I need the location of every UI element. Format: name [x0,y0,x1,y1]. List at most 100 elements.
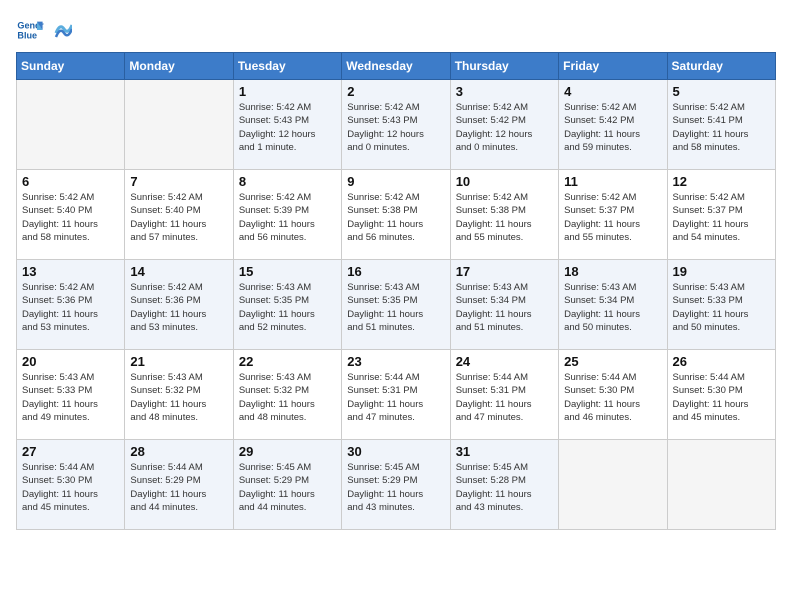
day-info: Sunrise: 5:45 AM Sunset: 5:29 PM Dayligh… [239,461,336,514]
day-info: Sunrise: 5:42 AM Sunset: 5:38 PM Dayligh… [347,191,444,244]
calendar-cell: 19Sunrise: 5:43 AM Sunset: 5:33 PM Dayli… [667,260,775,350]
day-info: Sunrise: 5:44 AM Sunset: 5:31 PM Dayligh… [456,371,553,424]
day-info: Sunrise: 5:42 AM Sunset: 5:38 PM Dayligh… [456,191,553,244]
calendar-cell: 5 Sunrise: 5:42 AM Sunset: 5:41 PM Daylig… [667,80,775,170]
calendar-cell: 4 Sunrise: 5:42 AM Sunset: 5:42 PM Daylig… [559,80,667,170]
calendar-cell [667,440,775,530]
header-thursday: Thursday [450,53,558,80]
day-number: 19 [673,264,770,279]
calendar-cell: 17 Sunrise: 5:43 AM Sunset: 5:34 PM Dayli… [450,260,558,350]
header-monday: Monday [125,53,233,80]
day-info: Sunrise: 5:44 AM Sunset: 5:29 PM Dayligh… [130,461,227,514]
day-number: 23 [347,354,444,369]
day-info: Sunrise: 5:43 AM Sunset: 5:35 PM Dayligh… [347,281,444,334]
day-number: 26 [673,354,770,369]
day-info: Sunrise: 5:42 AM Sunset: 5:42 PM Dayligh… [564,101,661,154]
day-info: Sunrise: 5:44 AM Sunset: 5:30 PM Dayligh… [22,461,119,514]
header-saturday: Saturday [667,53,775,80]
day-number: 28 [130,444,227,459]
header-sunday: Sunday [17,53,125,80]
calendar-week-row: 20 Sunrise: 5:43 AM Sunset: 5:33 PM Dayli… [17,350,776,440]
day-info: Sunrise: 5:43 AM Sunset: 5:32 PM Dayligh… [239,371,336,424]
day-info: Sunrise: 5:42 AM Sunset: 5:36 PM Dayligh… [130,281,227,334]
calendar-cell: 8Sunrise: 5:42 AM Sunset: 5:39 PM Daylig… [233,170,341,260]
day-info: Sunrise: 5:43 AM Sunset: 5:33 PM Dayligh… [22,371,119,424]
calendar-cell: 9 Sunrise: 5:42 AM Sunset: 5:38 PM Daylig… [342,170,450,260]
calendar-week-row: 6 Sunrise: 5:42 AM Sunset: 5:40 PM Daylig… [17,170,776,260]
day-info: Sunrise: 5:42 AM Sunset: 5:40 PM Dayligh… [130,191,227,244]
day-number: 14 [130,264,227,279]
calendar-cell: 20 Sunrise: 5:43 AM Sunset: 5:33 PM Dayli… [17,350,125,440]
header-friday: Friday [559,53,667,80]
day-info: Sunrise: 5:42 AM Sunset: 5:41 PM Dayligh… [673,101,770,154]
logo-wave-icon [54,13,72,43]
calendar-cell: 11 Sunrise: 5:42 AM Sunset: 5:37 PM Dayli… [559,170,667,260]
calendar-cell: 30Sunrise: 5:45 AM Sunset: 5:29 PM Dayli… [342,440,450,530]
calendar-cell [559,440,667,530]
day-number: 31 [456,444,553,459]
calendar-cell: 29 Sunrise: 5:45 AM Sunset: 5:29 PM Dayli… [233,440,341,530]
day-info: Sunrise: 5:43 AM Sunset: 5:32 PM Dayligh… [130,371,227,424]
svg-text:Blue: Blue [17,30,37,40]
calendar-week-row: 13 Sunrise: 5:42 AM Sunset: 5:36 PM Dayli… [17,260,776,350]
day-number: 2 [347,84,444,99]
day-number: 25 [564,354,661,369]
calendar-cell: 13Sunrise: 5:42 AM Sunset: 5:36 PM Dayli… [17,260,125,350]
calendar-week-row: 27 Sunrise: 5:44 AM Sunset: 5:30 PM Dayli… [17,440,776,530]
calendar-cell: 23 Sunrise: 5:44 AM Sunset: 5:31 PM Dayli… [342,350,450,440]
day-info: Sunrise: 5:44 AM Sunset: 5:31 PM Dayligh… [347,371,444,424]
calendar-cell: 2Sunrise: 5:42 AM Sunset: 5:43 PM Daylig… [342,80,450,170]
day-number: 16 [347,264,444,279]
calendar-cell: 25 Sunrise: 5:44 AM Sunset: 5:30 PM Dayli… [559,350,667,440]
day-info: Sunrise: 5:43 AM Sunset: 5:35 PM Dayligh… [239,281,336,334]
logo-icon: General Blue [16,16,44,44]
day-info: Sunrise: 5:44 AM Sunset: 5:30 PM Dayligh… [673,371,770,424]
calendar-cell: 26 Sunrise: 5:44 AM Sunset: 5:30 PM Dayli… [667,350,775,440]
day-number: 18 [564,264,661,279]
calendar-cell: 16 Sunrise: 5:43 AM Sunset: 5:35 PM Dayli… [342,260,450,350]
day-number: 12 [673,174,770,189]
day-number: 8 [239,174,336,189]
header-tuesday: Tuesday [233,53,341,80]
calendar-cell: 14 Sunrise: 5:42 AM Sunset: 5:36 PM Dayli… [125,260,233,350]
calendar-cell: 7 Sunrise: 5:42 AM Sunset: 5:40 PM Daylig… [125,170,233,260]
day-info: Sunrise: 5:42 AM Sunset: 5:37 PM Dayligh… [673,191,770,244]
calendar-cell: 3Sunrise: 5:42 AM Sunset: 5:42 PM Daylig… [450,80,558,170]
day-number: 27 [22,444,119,459]
calendar-cell: 28 Sunrise: 5:44 AM Sunset: 5:29 PM Dayli… [125,440,233,530]
day-info: Sunrise: 5:42 AM Sunset: 5:40 PM Dayligh… [22,191,119,244]
day-info: Sunrise: 5:44 AM Sunset: 5:30 PM Dayligh… [564,371,661,424]
day-number: 30 [347,444,444,459]
calendar-cell: 10 Sunrise: 5:42 AM Sunset: 5:38 PM Dayli… [450,170,558,260]
day-number: 6 [22,174,119,189]
day-number: 11 [564,174,661,189]
day-info: Sunrise: 5:45 AM Sunset: 5:28 PM Dayligh… [456,461,553,514]
day-info: Sunrise: 5:43 AM Sunset: 5:34 PM Dayligh… [456,281,553,334]
calendar-cell [17,80,125,170]
page-header: General Blue [16,16,776,44]
day-number: 22 [239,354,336,369]
day-info: Sunrise: 5:42 AM Sunset: 5:37 PM Dayligh… [564,191,661,244]
calendar-cell: 21Sunrise: 5:43 AM Sunset: 5:32 PM Dayli… [125,350,233,440]
day-info: Sunrise: 5:42 AM Sunset: 5:42 PM Dayligh… [456,101,553,154]
calendar-header-row: SundayMondayTuesdayWednesdayThursdayFrid… [17,53,776,80]
calendar-cell: 12 Sunrise: 5:42 AM Sunset: 5:37 PM Dayli… [667,170,775,260]
day-number: 15 [239,264,336,279]
day-number: 24 [456,354,553,369]
day-number: 4 [564,84,661,99]
day-number: 29 [239,444,336,459]
calendar-cell: 31 Sunrise: 5:45 AM Sunset: 5:28 PM Dayli… [450,440,558,530]
day-number: 17 [456,264,553,279]
calendar-cell: 18Sunrise: 5:43 AM Sunset: 5:34 PM Dayli… [559,260,667,350]
calendar-cell [125,80,233,170]
day-number: 10 [456,174,553,189]
calendar-cell: 15 Sunrise: 5:43 AM Sunset: 5:35 PM Dayli… [233,260,341,350]
day-number: 13 [22,264,119,279]
day-number: 20 [22,354,119,369]
day-number: 9 [347,174,444,189]
day-number: 5 [673,84,770,99]
calendar-cell: 27 Sunrise: 5:44 AM Sunset: 5:30 PM Dayli… [17,440,125,530]
calendar: SundayMondayTuesdayWednesdayThursdayFrid… [16,52,776,530]
day-number: 7 [130,174,227,189]
calendar-cell: 24 Sunrise: 5:44 AM Sunset: 5:31 PM Dayli… [450,350,558,440]
